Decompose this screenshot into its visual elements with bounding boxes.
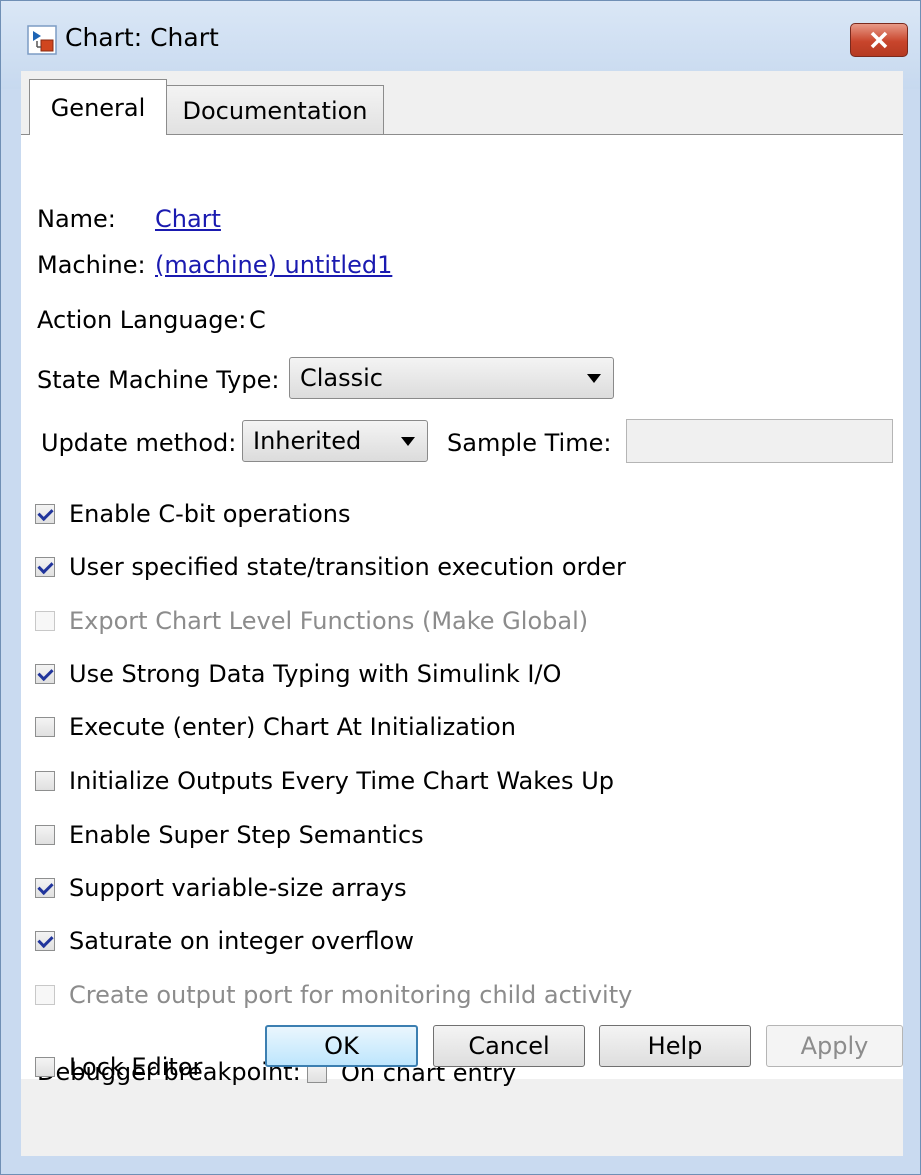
state-machine-type-value: Classic — [300, 364, 384, 392]
sample-time-label: Sample Time: — [447, 429, 612, 457]
user-specified-execution-order-row[interactable]: User specified state/transition executio… — [35, 553, 626, 581]
export-chart-level-functions-label: Export Chart Level Functions (Make Globa… — [69, 607, 589, 635]
name-label: Name: — [37, 205, 116, 233]
use-strong-data-typing-row[interactable]: Use Strong Data Typing with Simulink I/O — [35, 660, 561, 688]
saturate-on-integer-overflow-row[interactable]: Saturate on integer overflow — [35, 927, 414, 955]
enable-c-bit-operations-row[interactable]: Enable C-bit operations — [35, 500, 350, 528]
support-variable-size-arrays-label: Support variable-size arrays — [69, 874, 407, 902]
chevron-down-icon — [401, 437, 415, 446]
use-strong-data-typing-label: Use Strong Data Typing with Simulink I/O — [69, 660, 562, 688]
saturate-on-integer-overflow-label: Saturate on integer overflow — [69, 927, 414, 955]
dialog-body: General Documentation Name: Chart Machin… — [21, 71, 903, 1156]
saturate-on-integer-overflow-checkbox[interactable] — [35, 931, 55, 951]
update-method-select[interactable]: Inherited — [242, 420, 428, 462]
execute-chart-at-initialization-label: Execute (enter) Chart At Initialization — [69, 713, 516, 741]
tab-documentation-label: Documentation — [182, 96, 368, 125]
chevron-down-icon — [587, 374, 601, 383]
state-machine-type-select[interactable]: Classic — [289, 357, 614, 399]
lock-editor-checkbox[interactable] — [35, 1057, 55, 1077]
action-language-label: Action Language: — [37, 306, 247, 334]
apply-button[interactable]: Apply — [766, 1025, 903, 1067]
execute-chart-at-initialization-checkbox[interactable] — [35, 717, 55, 737]
enable-c-bit-operations-label: Enable C-bit operations — [69, 500, 351, 528]
export-chart-level-functions-checkbox — [35, 611, 55, 631]
support-variable-size-arrays-row[interactable]: Support variable-size arrays — [35, 874, 407, 902]
machine-label: Machine: — [37, 251, 146, 279]
name-link[interactable]: Chart — [155, 205, 221, 233]
window-title: Chart: Chart — [65, 23, 219, 52]
support-variable-size-arrays-checkbox[interactable] — [35, 878, 55, 898]
help-button[interactable]: Help — [599, 1025, 751, 1067]
export-chart-level-functions-row: Export Chart Level Functions (Make Globa… — [35, 607, 588, 635]
enable-super-step-semantics-label: Enable Super Step Semantics — [69, 821, 424, 849]
tab-general[interactable]: General — [29, 79, 167, 135]
tab-documentation[interactable]: Documentation — [166, 85, 384, 135]
apply-button-label: Apply — [800, 1032, 869, 1060]
enable-super-step-semantics-checkbox[interactable] — [35, 825, 55, 845]
tab-general-label: General — [50, 93, 146, 122]
close-icon — [870, 31, 888, 49]
cancel-button-label: Cancel — [468, 1032, 550, 1060]
general-panel: Name: Chart Machine: (machine) untitled1… — [21, 134, 903, 1087]
help-button-label: Help — [647, 1032, 703, 1060]
update-method-label: Update method: — [41, 429, 237, 457]
update-method-value: Inherited — [253, 427, 362, 455]
lock-editor-row[interactable]: Lock Editor — [35, 1053, 202, 1081]
create-output-port-child-activity-row: Create output port for monitoring child … — [35, 981, 632, 1009]
initialize-outputs-every-time-row[interactable]: Initialize Outputs Every Time Chart Wake… — [35, 767, 614, 795]
action-language-value: C — [249, 306, 266, 334]
user-specified-execution-order-checkbox[interactable] — [35, 557, 55, 577]
sample-time-input[interactable] — [626, 419, 893, 463]
cancel-button[interactable]: Cancel — [433, 1025, 585, 1067]
state-machine-type-label: State Machine Type: — [37, 366, 280, 394]
stateflow-chart-icon — [27, 25, 57, 55]
use-strong-data-typing-checkbox[interactable] — [35, 664, 55, 684]
initialize-outputs-every-time-checkbox[interactable] — [35, 771, 55, 791]
enable-super-step-semantics-row[interactable]: Enable Super Step Semantics — [35, 821, 424, 849]
initialize-outputs-every-time-label: Initialize Outputs Every Time Chart Wake… — [69, 767, 614, 795]
ok-button-label: OK — [324, 1032, 359, 1060]
execute-chart-at-initialization-row[interactable]: Execute (enter) Chart At Initialization — [35, 713, 516, 741]
lock-editor-label: Lock Editor — [69, 1053, 203, 1081]
ok-button[interactable]: OK — [265, 1025, 418, 1067]
user-specified-execution-order-label: User specified state/transition executio… — [69, 553, 626, 581]
create-output-port-child-activity-checkbox — [35, 985, 55, 1005]
chart-properties-dialog: Chart: Chart General Documentation Name:… — [0, 0, 921, 1175]
enable-c-bit-operations-checkbox[interactable] — [35, 504, 55, 524]
close-button[interactable] — [850, 23, 908, 57]
machine-link[interactable]: (machine) untitled1 — [155, 251, 392, 279]
create-output-port-child-activity-label: Create output port for monitoring child … — [69, 981, 633, 1009]
